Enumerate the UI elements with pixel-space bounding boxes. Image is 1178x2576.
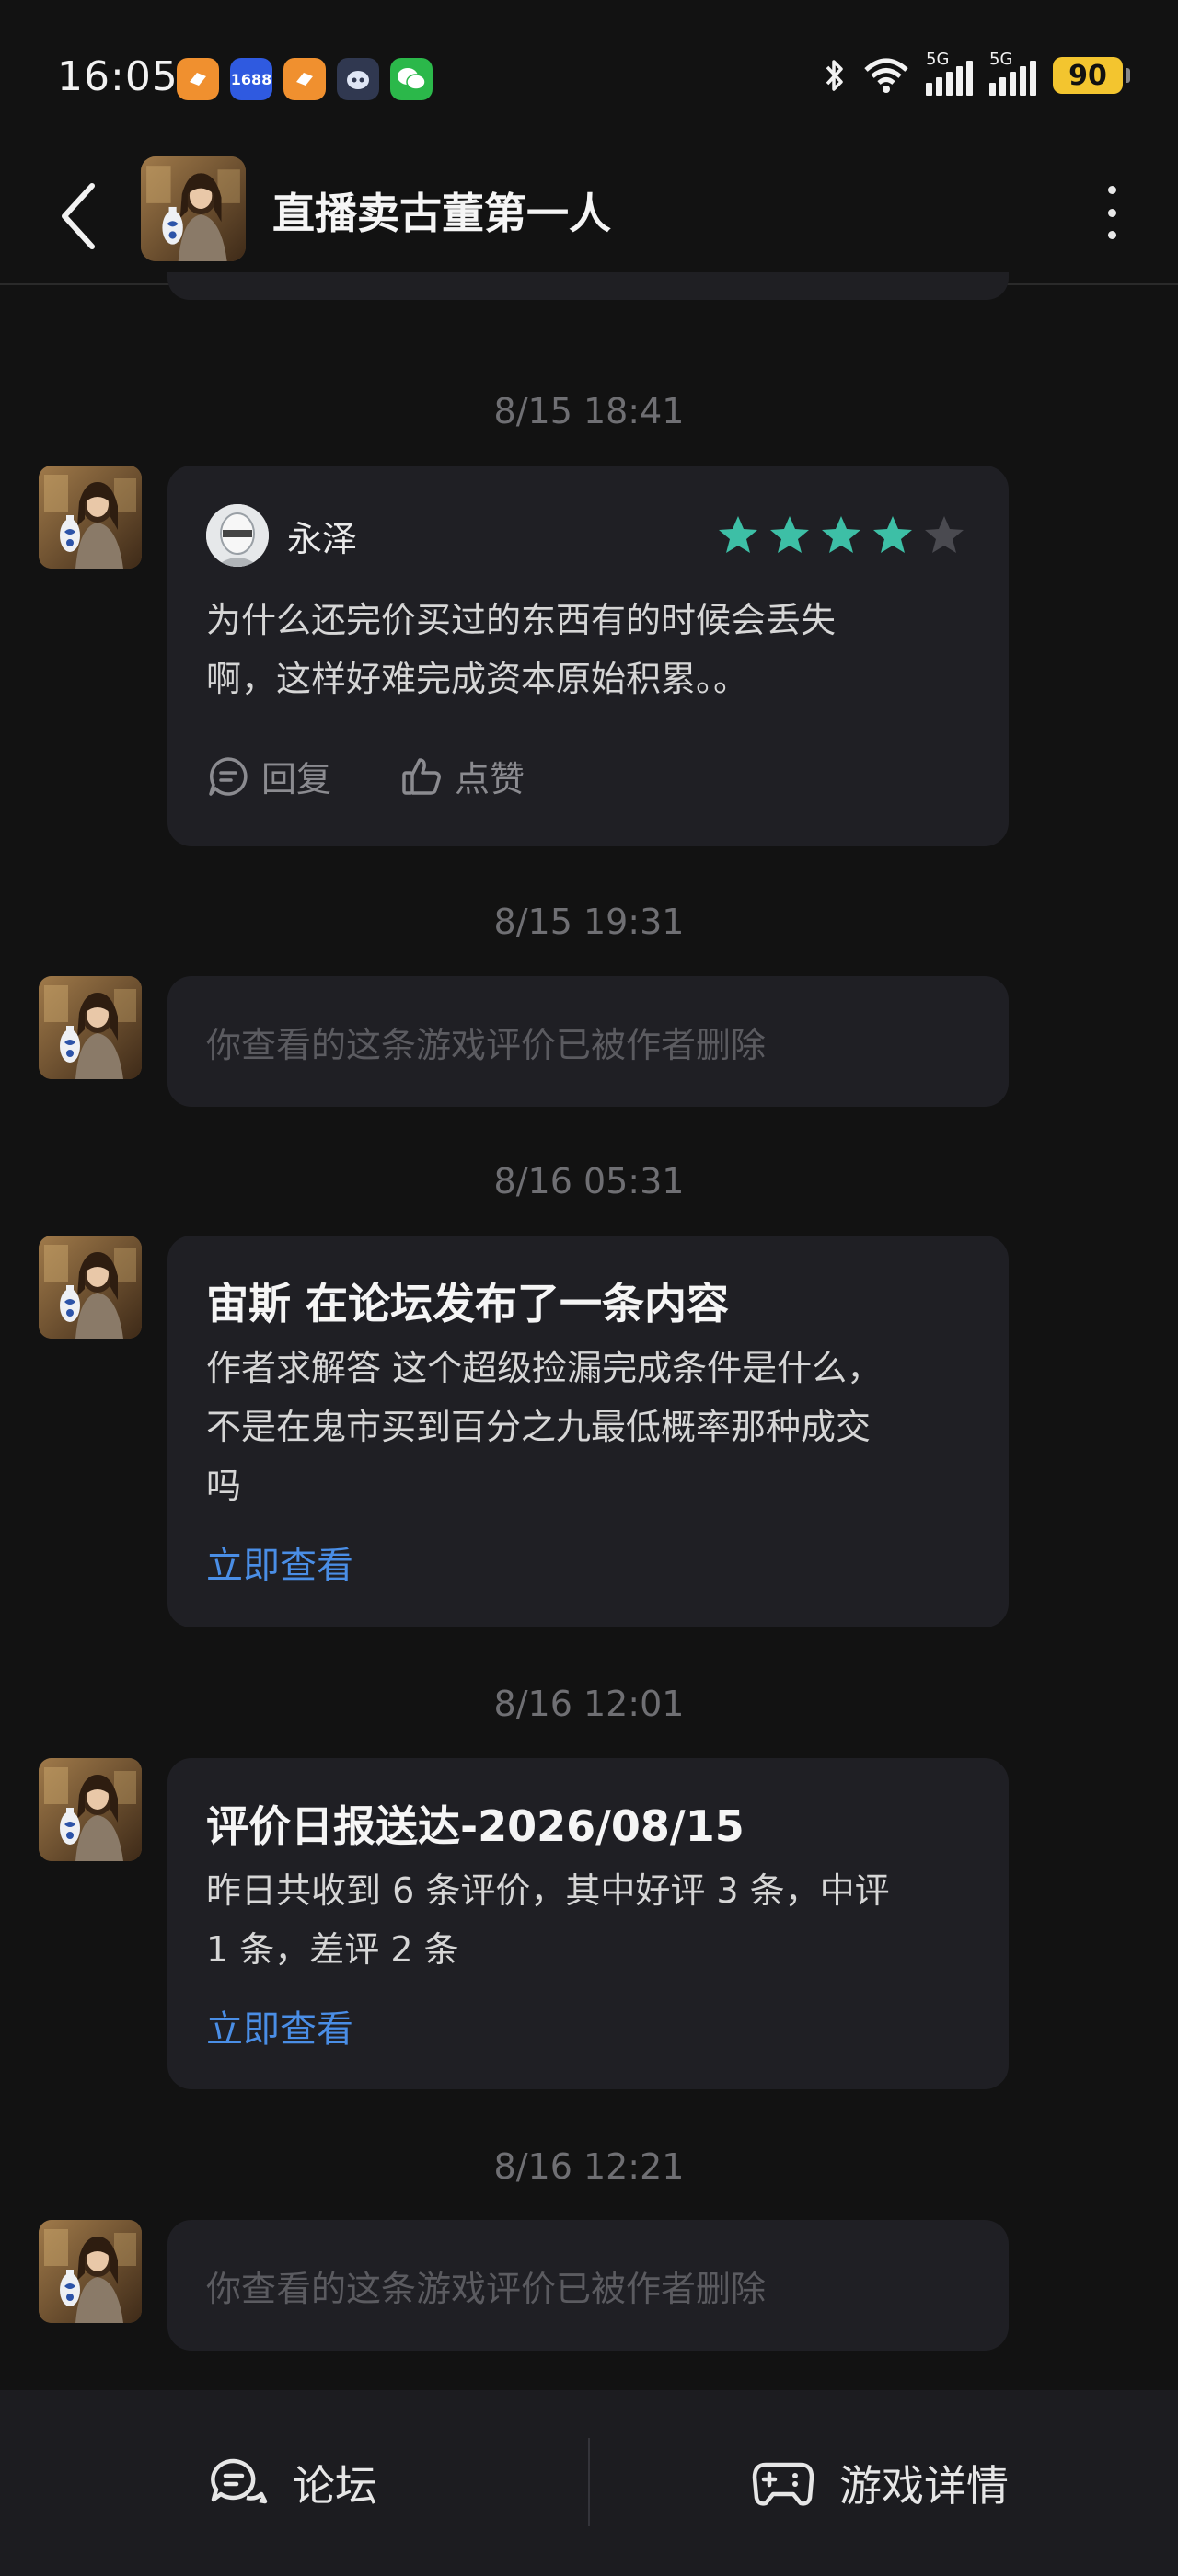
message-timestamp: 8/15 18:41: [493, 391, 685, 431]
reply-label: 回复: [261, 759, 332, 799]
app-orange2-icon: [283, 58, 326, 100]
wifi-icon: [864, 58, 908, 93]
signal-strength-icon: 5G: [926, 50, 973, 96]
game-avatar[interactable]: [39, 466, 142, 569]
network-type-label: 5G: [989, 50, 1013, 69]
app-1688-icon: 1688: [230, 58, 272, 100]
notification-app-icons: 1688: [177, 58, 433, 100]
game-avatar[interactable]: [39, 1758, 142, 1861]
bottom-action-bar: 论坛 游戏详情: [0, 2390, 1178, 2576]
more-dot-icon: [1107, 208, 1116, 217]
wechat-icon: [390, 58, 433, 100]
review-actions: 回复 点赞: [206, 751, 525, 801]
system-icons: 5G 5G 90: [823, 50, 1130, 96]
reply-button[interactable]: 回复: [206, 751, 331, 801]
status-time: 16:05: [57, 53, 179, 100]
daily-report-title: 评价日报送达-2026/08/15: [206, 1801, 745, 1851]
app-orange-icon: [177, 58, 219, 100]
daily-report-card[interactable]: 评价日报送达-2026/08/15 昨日共收到 6 条评价，其中好评 3 条，中…: [167, 1758, 1009, 2089]
message-timestamp: 8/16 05:31: [493, 1161, 685, 1202]
deleted-review-card: 你查看的这条游戏评价已被作者删除: [167, 2220, 1009, 2351]
like-label: 点赞: [455, 759, 525, 799]
review-text-line: 为什么还完价买过的东西有的时候会丢失: [206, 600, 837, 640]
network-type-label: 5G: [926, 50, 950, 69]
deleted-review-card: 你查看的这条游戏评价已被作者删除: [167, 976, 1009, 1107]
rating-stars: [716, 513, 966, 558]
star-empty-icon: [925, 516, 964, 553]
forum-post-card[interactable]: 宙斯 在论坛发布了一条内容 作者求解答 这个超级捡漏完成条件是什么， 不是在鬼市…: [167, 1236, 1009, 1627]
forum-post-text: 作者求解答 这个超级捡漏完成条件是什么， 不是在鬼市买到百分之九最低概率那种成交…: [206, 1339, 953, 1515]
message-timestamp: 8/16 12:21: [493, 2146, 685, 2187]
forum-post-text-line: 作者求解答 这个超级捡漏完成条件是什么，: [206, 1348, 883, 1388]
game-avatar[interactable]: [39, 2220, 142, 2323]
bluetooth-icon: [826, 60, 843, 91]
game-avatar[interactable]: [39, 1236, 142, 1339]
battery-indicator: 90: [1053, 57, 1130, 94]
comment-icon: [209, 756, 248, 796]
message-timestamp: 8/15 19:31: [493, 902, 685, 942]
more-dot-icon: [1107, 231, 1116, 239]
deleted-notice: 你查看的这条游戏评价已被作者删除: [206, 1025, 767, 1065]
star-filled-icon: [822, 516, 860, 553]
gamepad-icon: [752, 2462, 814, 2506]
daily-report-text-line: 1 条，差评 2 条: [206, 1929, 459, 1970]
daily-report-text-line: 昨日共收到 6 条评价，其中好评 3 条，中评: [206, 1870, 890, 1911]
forum-chat-icon: [211, 2458, 268, 2504]
signal-strength-icon: 5G: [989, 50, 1036, 96]
reviewer-name: 永泽: [287, 518, 358, 559]
forum-label: 论坛: [293, 2461, 377, 2511]
more-options-button[interactable]: [1101, 180, 1123, 245]
game-avatar[interactable]: [39, 976, 142, 1079]
chat-header: 直播卖古董第一人: [0, 147, 1178, 285]
chevron-left-icon: [62, 183, 95, 249]
previous-card-tail: [167, 272, 1009, 300]
bottom-bar-divider: [588, 2438, 590, 2526]
deleted-notice: 你查看的这条游戏评价已被作者删除: [206, 2269, 767, 2309]
forum-post-text-line: 吗: [206, 1466, 242, 1506]
message-timestamp: 8/16 12:01: [493, 1684, 685, 1724]
star-filled-icon: [770, 516, 809, 553]
star-filled-icon: [873, 516, 912, 553]
thumbs-up-icon: [402, 757, 441, 795]
reviewer[interactable]: 永泽: [206, 504, 357, 567]
page-title: 直播卖古董第一人: [272, 189, 611, 238]
review-card[interactable]: 永泽 为什么还完价买过的东西有的时候会丢失 啊，这样好难完成资本原始积累。。 回…: [167, 466, 1009, 846]
reviewer-avatar[interactable]: [206, 504, 269, 567]
daily-report-text: 昨日共收到 6 条评价，其中好评 3 条，中评 1 条，差评 2 条: [206, 1861, 953, 1979]
more-dot-icon: [1107, 186, 1116, 194]
forum-post-text-line: 不是在鬼市买到百分之九最低概率那种成交: [206, 1407, 872, 1447]
review-text-line: 啊，这样好难完成资本原始积累。。: [206, 659, 749, 699]
view-now-link[interactable]: 立即查看: [206, 1535, 353, 1589]
star-filled-icon: [719, 516, 757, 553]
view-now-link[interactable]: 立即查看: [206, 1999, 353, 2053]
forum-post-title: 宙斯 在论坛发布了一条内容: [206, 1279, 730, 1328]
game-details-label: 游戏详情: [839, 2461, 1009, 2511]
game-avatar[interactable]: [141, 156, 246, 261]
review-text: 为什么还完价买过的东西有的时候会丢失 啊，这样好难完成资本原始积累。。: [206, 591, 953, 708]
app-robot-icon: [337, 58, 379, 100]
forum-button[interactable]: 论坛: [208, 2390, 377, 2576]
like-button[interactable]: 点赞: [399, 751, 525, 801]
back-button[interactable]: [55, 175, 110, 258]
game-details-button[interactable]: 游戏详情: [751, 2390, 1009, 2576]
status-bar: 16:05 1688 5G 5G 90: [0, 0, 1178, 147]
